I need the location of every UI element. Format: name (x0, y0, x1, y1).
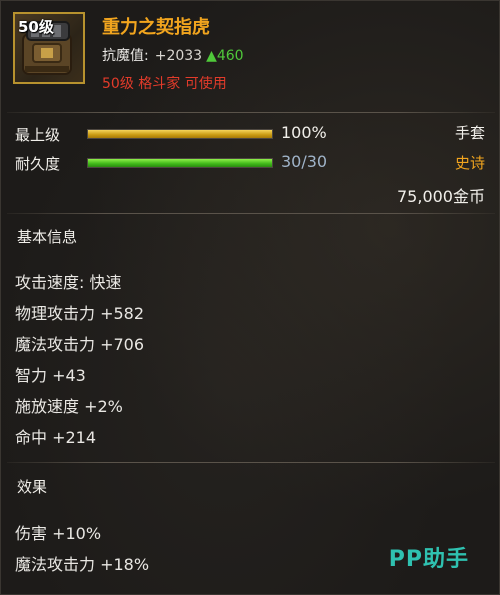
divider (7, 462, 495, 463)
item-rarity: 史诗 (454, 154, 485, 172)
grade-bar-fill (88, 130, 272, 138)
durability-bar-fill (88, 159, 272, 167)
basic-info-title: 基本信息 (17, 228, 78, 246)
item-level-tag: 50级 (18, 18, 54, 36)
item-icon-frame: 50级 (13, 12, 85, 84)
stat-line: 智力 +43 (15, 366, 86, 385)
grade-value: 100% (281, 123, 327, 142)
grade-label: 最上级 (15, 126, 61, 144)
item-tooltip: 50级 重力之契指虎 抗魔值: +2033 ▲460 50级 格斗家 可使用 最上级… (0, 0, 500, 595)
usage-requirement: 50级 格斗家 可使用 (102, 76, 227, 92)
stat-line: 命中 +214 (15, 428, 97, 447)
magic-resist-value: +2033 (154, 48, 203, 64)
grade-bar (87, 129, 273, 139)
magic-resist-label: 抗魔值: (102, 48, 149, 64)
effects-title: 效果 (17, 478, 48, 496)
durability-value: 30/30 (281, 152, 328, 171)
item-price: 75,000金币 (397, 187, 485, 206)
durability-label: 耐久度 (15, 155, 61, 173)
magic-resist-increase: ▲460 (206, 48, 244, 64)
stat-line: 物理攻击力 +582 (15, 304, 145, 323)
stat-line: 施放速度 +2% (15, 397, 123, 416)
effect-line: 伤害 +10% (15, 524, 102, 543)
divider (7, 112, 495, 113)
watermark: PP助手 (388, 547, 469, 572)
stat-line: 魔法攻击力 +706 (15, 335, 145, 354)
effect-line: 魔法攻击力 +18% (15, 555, 150, 574)
divider (7, 213, 495, 214)
item-name: 重力之契指虎 (102, 17, 210, 38)
stat-line: 攻击速度: 快速 (15, 273, 122, 292)
equipment-slot: 手套 (454, 124, 485, 142)
magic-resist-row: 抗魔值: +2033 ▲460 (102, 45, 244, 65)
durability-bar (87, 158, 273, 168)
